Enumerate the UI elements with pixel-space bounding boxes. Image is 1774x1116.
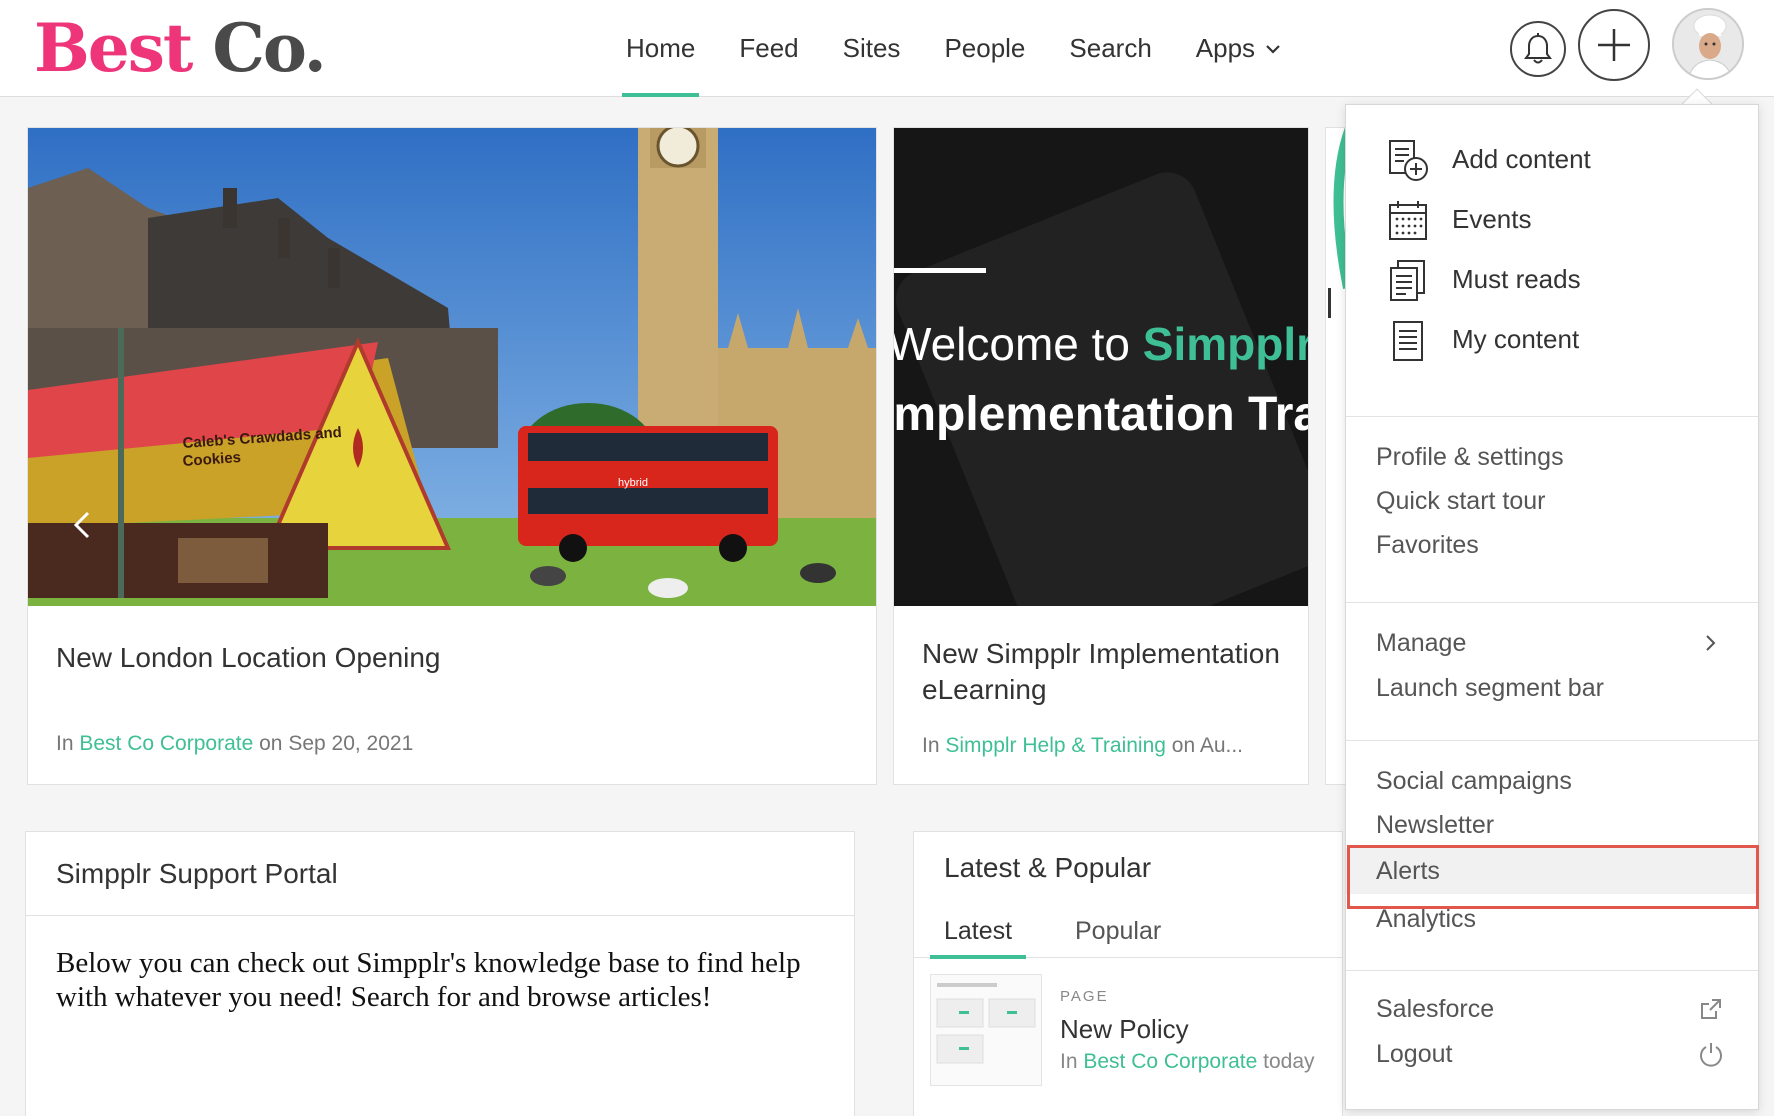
elearning-feature-image: Welcome to Simpplr Implementation Traini… [894, 128, 1308, 606]
menu-launch-segment-bar[interactable]: Launch segment bar [1346, 665, 1758, 711]
card-title[interactable]: New Simpplr Implementation eLearning [922, 636, 1302, 708]
site-link[interactable]: Best Co Corporate [1083, 1050, 1257, 1073]
image-welcome-text: Welcome to [894, 318, 1143, 370]
meta-date: on Sep 20, 2021 [259, 732, 414, 755]
menu-profile-settings[interactable]: Profile & settings [1346, 434, 1758, 480]
menu-divider [1346, 602, 1758, 603]
menu-events[interactable]: Events [1346, 189, 1758, 249]
carousel-prev-arrow-icon[interactable] [68, 510, 98, 540]
widget-tabs: Latest Popular [914, 904, 1342, 959]
main-nav: Home Feed Sites People Search Apps [604, 0, 1303, 97]
meta-in: In [56, 732, 74, 755]
meta-in: In [1060, 1050, 1078, 1073]
content-meta: In Best Co Corporate today [1060, 1050, 1315, 1074]
meta-date: today [1263, 1050, 1315, 1073]
menu-salesforce[interactable]: Salesforce [1346, 986, 1758, 1032]
card-meta: In Best Co Corporate on Sep 20, 2021 [56, 732, 413, 756]
support-portal-widget: Simpplr Support Portal Below you can che… [25, 831, 855, 1116]
top-navigation-bar: Best Co. Home Feed Sites People Search A… [0, 0, 1774, 97]
widget-title: Simpplr Support Portal [26, 832, 854, 916]
bus-hybrid-text: hybrid [618, 477, 648, 489]
carousel-card-london[interactable]: hybrid Caleb's Crawdads and Cookies New … [27, 127, 877, 785]
plus-icon [1598, 29, 1630, 61]
chef-avatar-image [1674, 10, 1742, 78]
nav-feed-label: Feed [739, 33, 799, 63]
nav-people-label: People [944, 33, 1026, 63]
menu-divider [1346, 740, 1758, 741]
menu-favorites[interactable]: Favorites [1346, 522, 1758, 568]
menu-label: Salesforce [1376, 994, 1495, 1023]
menu-add-content[interactable]: Add content [1346, 129, 1758, 189]
tab-latest[interactable]: Latest [929, 904, 1027, 959]
content-type-label: PAGE [1060, 988, 1109, 1005]
logo-part-co: Co. [212, 9, 326, 87]
nav-home-label: Home [626, 33, 696, 63]
nav-feed[interactable]: Feed [717, 0, 820, 97]
menu-label: Manage [1376, 628, 1467, 657]
widget-body-text: Below you can check out Simpplr's knowle… [56, 947, 801, 1013]
menu-label: My content [1452, 323, 1580, 354]
external-link-icon [1701, 999, 1721, 1019]
svg-text:Welcome to Simpplr: Welcome to Simpplr [894, 318, 1308, 370]
image-simpplr-text: Simpplr [1143, 318, 1308, 370]
menu-label: Logout [1376, 1039, 1453, 1068]
menu-label: Must reads [1452, 263, 1581, 294]
menu-my-content[interactable]: My content [1346, 309, 1758, 369]
nav-search[interactable]: Search [1047, 0, 1173, 97]
meta-in: In [922, 734, 940, 757]
bell-icon [1524, 33, 1552, 64]
menu-divider [1346, 970, 1758, 971]
nav-apps[interactable]: Apps [1174, 0, 1303, 97]
london-feature-image: hybrid Caleb's Crawdads and Cookies [28, 128, 876, 606]
user-avatar[interactable] [1672, 8, 1744, 80]
chevron-right-icon [1706, 635, 1716, 651]
must-reads-icon [1390, 260, 1425, 301]
card-title[interactable]: New London Location Opening [56, 640, 441, 676]
calendar-icon [1389, 201, 1427, 240]
menu-social-campaigns[interactable]: Social campaigns [1346, 758, 1758, 804]
content-title[interactable]: New Policy [1060, 1014, 1189, 1045]
best-co-logo[interactable]: Best Co. [34, 8, 327, 88]
nav-home[interactable]: Home [604, 0, 717, 97]
chevron-down-icon [1266, 44, 1280, 54]
document-icon [1393, 321, 1423, 361]
menu-manage[interactable]: Manage [1346, 620, 1758, 666]
image-implementation-text: Implementation Training [894, 388, 1308, 441]
profile-dropdown-menu: Add content Events Must reads My content… [1345, 104, 1759, 1110]
tab-popular[interactable]: Popular [1075, 904, 1161, 958]
nav-apps-label: Apps [1195, 33, 1256, 63]
add-content-icon [1389, 140, 1428, 181]
menu-logout[interactable]: Logout [1346, 1031, 1758, 1077]
notifications-button[interactable] [1510, 21, 1566, 77]
nav-sites-label: Sites [842, 33, 901, 63]
menu-quick-start-tour[interactable]: Quick start tour [1346, 478, 1758, 524]
card-meta: In Simpplr Help & Training on Au... [922, 734, 1243, 758]
menu-alerts[interactable]: Alerts [1346, 848, 1758, 894]
carousel-card-elearning[interactable]: Welcome to Simpplr Implementation Traini… [893, 127, 1309, 785]
menu-label: Events [1452, 203, 1532, 234]
power-icon [1700, 1043, 1722, 1067]
meta-date: on Au... [1171, 734, 1244, 757]
widget-title: Latest & Popular [944, 852, 1152, 883]
menu-must-reads[interactable]: Must reads [1346, 249, 1758, 309]
latest-popular-widget: Latest & Popular Latest Popular PAGE New… [913, 831, 1343, 1116]
content-thumbnail[interactable] [930, 974, 1042, 1086]
site-link[interactable]: Best Co Corporate [79, 732, 253, 755]
menu-label: Add content [1452, 143, 1591, 174]
menu-newsletter[interactable]: Newsletter [1346, 802, 1758, 848]
logo-part-best: Best [34, 9, 193, 87]
menu-divider [1346, 416, 1758, 417]
nav-search-label: Search [1069, 33, 1152, 63]
nav-sites[interactable]: Sites [821, 0, 923, 97]
site-link[interactable]: Simpplr Help & Training [945, 734, 1166, 757]
menu-analytics[interactable]: Analytics [1346, 896, 1758, 942]
create-button[interactable] [1578, 9, 1650, 81]
nav-people[interactable]: People [922, 0, 1047, 97]
